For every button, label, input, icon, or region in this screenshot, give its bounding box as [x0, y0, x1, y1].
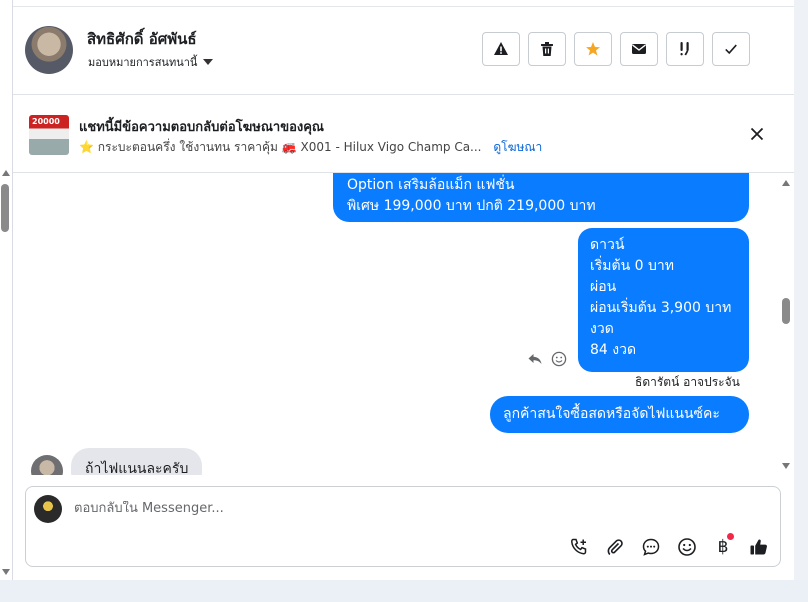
avatar	[34, 495, 62, 523]
mark-spam-button[interactable]	[482, 32, 520, 66]
message-line: ดาวน์	[590, 237, 625, 253]
top-strip	[13, 0, 794, 7]
message-line: งวด	[590, 321, 614, 337]
mark-done-button[interactable]	[712, 32, 750, 66]
message-line: ผ่อน	[590, 279, 617, 295]
ad-banner-title: แชทนี้มีข้อความตอบกลับต่อโฆษณาของคุณ	[79, 120, 324, 135]
phone-plus-icon	[571, 538, 587, 555]
message-actions	[527, 351, 567, 367]
action-toolbar	[482, 32, 750, 66]
message-line: 84 งวด	[590, 342, 637, 358]
smiley-icon[interactable]	[551, 351, 567, 367]
check-icon	[725, 44, 737, 55]
reply-input[interactable]	[74, 501, 574, 516]
delete-button[interactable]	[528, 32, 566, 66]
ad-banner-subtitle: ⭐ กระบะตอนครึ่ง ใช้งานทน ราคาคุ้ม 🚒 X001…	[79, 138, 542, 157]
contact-name[interactable]: สิทธิศักดิ์ อัศพันธ์	[87, 27, 197, 51]
page-background	[794, 0, 808, 602]
notification-dot	[727, 533, 734, 540]
caret-down-icon	[203, 59, 214, 65]
reply-composer: ฿	[25, 486, 781, 567]
message-line: พิเศษ 199,000 บาท ปกติ 219,000 บาท	[347, 198, 596, 214]
avatar	[31, 455, 63, 475]
messenger-inbox-panel: สิทธิศักดิ์ อัศพันธ์ มอบหมายการสนทนานี้	[0, 0, 794, 580]
scroll-up-arrow[interactable]	[782, 180, 790, 186]
payment-button[interactable]: ฿	[711, 533, 735, 559]
emoji-button[interactable]	[675, 535, 699, 559]
ad-thumbnail-text: 20000	[32, 117, 60, 126]
like-button[interactable]	[747, 535, 771, 559]
ad-reply-banner: 20000 แชทนี้มีข้อความตอบกลับต่อโฆษณาของค…	[13, 95, 794, 173]
reply-icon[interactable]	[527, 351, 543, 367]
trash-icon	[541, 42, 553, 56]
attach-button[interactable]	[603, 535, 627, 559]
view-ad-link[interactable]: ดูโฆษณา	[493, 140, 542, 154]
follow-up-button[interactable]	[666, 32, 704, 66]
smiley-icon	[678, 538, 696, 556]
chat-scrollbar[interactable]	[779, 173, 793, 475]
scroll-thumb[interactable]	[782, 298, 790, 324]
outgoing-message[interactable]: Option เสริมล้อแม็ก แฟชั่น พิเศษ 199,000…	[333, 173, 749, 222]
ad-description: ⭐ กระบะตอนครึ่ง ใช้งานทน ราคาคุ้ม 🚒 X001…	[79, 140, 482, 154]
scroll-up-arrow[interactable]	[2, 170, 10, 176]
left-scrollbar[interactable]	[0, 0, 13, 580]
envelope-icon	[632, 44, 646, 54]
warning-icon	[494, 42, 508, 55]
paperclip-icon	[607, 539, 623, 556]
mark-unread-button[interactable]	[620, 32, 658, 66]
message-line: ผ่อนเริ่มต้น 3,900 บาท	[590, 300, 732, 316]
outgoing-message[interactable]: ลูกค้าสนใจซื้อสดหรือจัดไฟแนนซ์คะ	[490, 396, 749, 433]
star-button[interactable]	[574, 32, 612, 66]
message-line: Option เสริมล้อแม็ก แฟชั่น	[347, 177, 515, 193]
star-icon	[586, 42, 600, 56]
avatar[interactable]	[25, 26, 73, 74]
thumbs-up-icon	[750, 539, 767, 555]
saved-replies-button[interactable]	[639, 535, 663, 559]
close-icon[interactable]	[748, 125, 766, 143]
outgoing-message[interactable]: ดาวน์ เริ่มต้น 0 บาท ผ่อน ผ่อนเริ่มต้น 3…	[578, 228, 749, 372]
follow-up-icon	[680, 42, 689, 56]
chat-bubble-icon	[642, 538, 660, 556]
ad-thumbnail[interactable]: 20000	[29, 115, 69, 155]
scroll-down-arrow[interactable]	[782, 463, 790, 469]
scroll-down-arrow[interactable]	[2, 569, 10, 575]
assign-conversation-dropdown[interactable]: มอบหมายการสนทนานี้	[88, 53, 214, 71]
call-button[interactable]	[567, 535, 591, 559]
message-line: เริ่มต้น 0 บาท	[590, 258, 674, 274]
message-thread[interactable]: Option เสริมล้อแม็ก แฟชั่น พิเศษ 199,000…	[13, 173, 794, 475]
sender-name: ธิดารัตน์ อาจประจัน	[635, 375, 740, 389]
composer-toolbar: ฿	[567, 533, 771, 559]
assign-label: มอบหมายการสนทนานี้	[88, 56, 198, 69]
page-background	[0, 580, 808, 602]
scroll-thumb[interactable]	[1, 184, 9, 232]
baht-icon: ฿	[717, 537, 729, 557]
conversation-header: สิทธิศักดิ์ อัศพันธ์ มอบหมายการสนทนานี้	[13, 7, 794, 95]
incoming-message[interactable]: ถ้าไฟแนนละครับ	[71, 448, 203, 475]
